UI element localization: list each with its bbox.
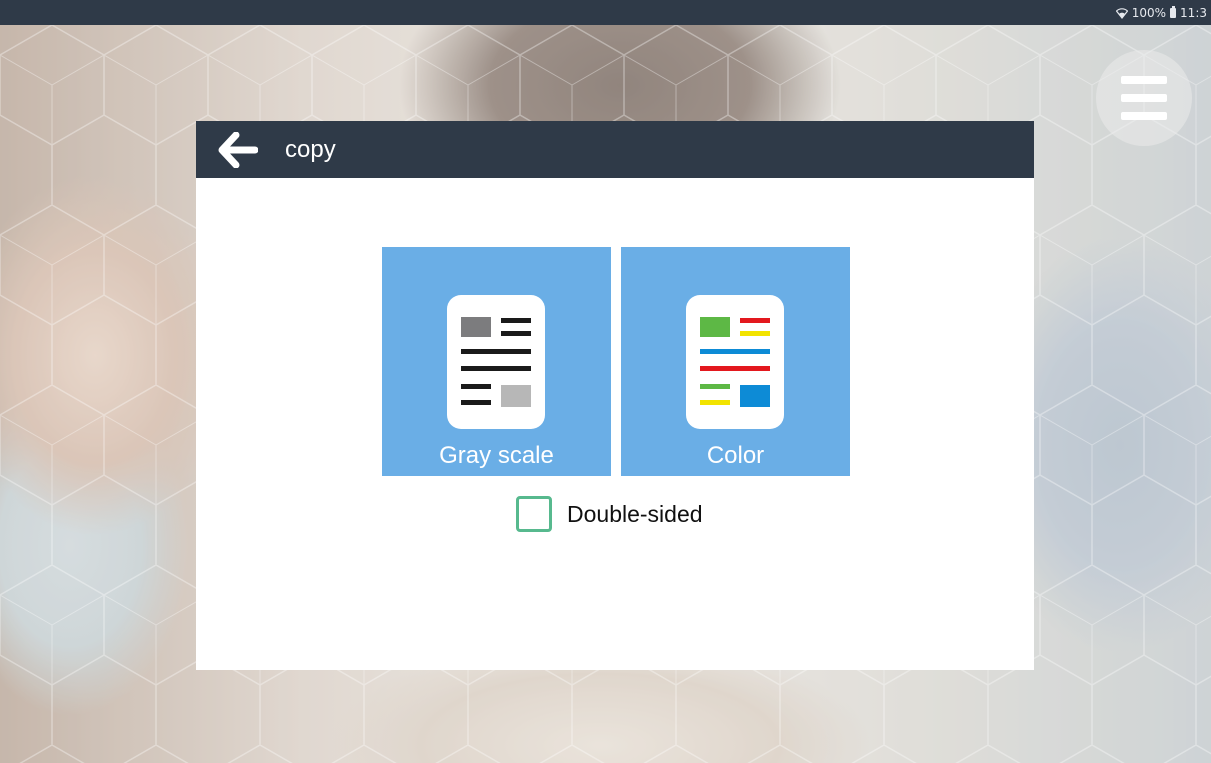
grayscale-label: Gray scale: [439, 442, 554, 469]
double-sided-checkbox[interactable]: [516, 496, 552, 532]
battery-percent: 100%: [1131, 6, 1167, 20]
back-button[interactable]: [218, 131, 259, 169]
arrow-left-icon: [218, 131, 259, 169]
battery-icon: [1170, 6, 1177, 18]
color-document-graphic: [700, 317, 770, 407]
screen: 100% 11:3 copy Gray scale Color Double-s…: [0, 0, 1211, 763]
hamburger-menu-icon: [1121, 76, 1167, 84]
dialog-header: copy: [196, 121, 1034, 178]
copy-dialog: copy Gray scale Color Double-sided: [196, 121, 1034, 670]
status-bar: 100% 11:3: [0, 0, 1211, 25]
menu-bar-bottom: [1121, 112, 1167, 120]
wifi-icon: [1115, 8, 1128, 19]
color-document-icon: [686, 295, 784, 429]
grayscale-option[interactable]: Gray scale: [382, 247, 611, 476]
double-sided-label: Double-sided: [567, 500, 703, 527]
clock: 11:3: [1180, 6, 1207, 20]
double-sided-option[interactable]: Double-sided: [516, 496, 703, 532]
grayscale-document-graphic: [461, 317, 531, 407]
menu-button[interactable]: [1096, 50, 1192, 146]
grayscale-document-icon: [447, 295, 545, 429]
menu-bar-middle: [1121, 94, 1167, 102]
status-indicators: 100% 11:3: [1115, 6, 1207, 20]
color-label: Color: [706, 442, 765, 469]
dialog-title: copy: [285, 136, 336, 163]
color-option[interactable]: Color: [621, 247, 850, 476]
